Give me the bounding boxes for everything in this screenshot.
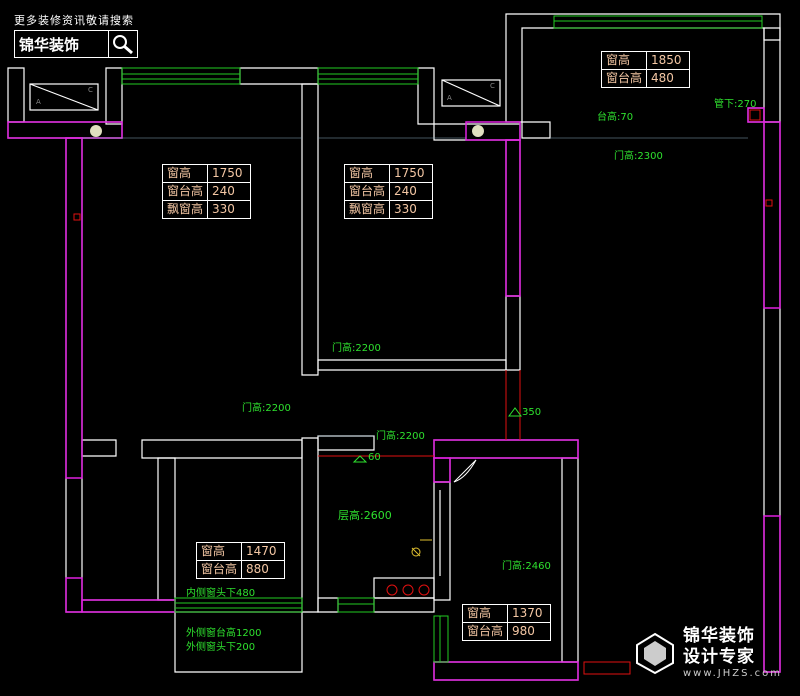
- banner-search-box[interactable]: 锦华装饰: [14, 30, 138, 58]
- table-value: 330: [389, 200, 434, 219]
- label-door-height-mid: 门高:2200: [332, 343, 381, 354]
- window-table-bedroom-left: 窗高 1750 窗台高 240 飘窗高 330: [161, 164, 252, 219]
- table-row: 窗高 1370: [461, 604, 552, 623]
- watermark: 锦华装饰 设计专家 www.JHZS.com: [633, 626, 782, 680]
- window-table-kitchen: 窗高 1370 窗台高 980: [461, 604, 552, 641]
- banner-tagline: 更多装修资讯敬请搜索: [14, 14, 134, 27]
- label-level-60: 60: [368, 452, 381, 463]
- svg-text:C: C: [490, 82, 495, 90]
- stove-icon: [386, 584, 430, 596]
- table-key: 窗高: [161, 164, 209, 183]
- table-key: 窗台高: [161, 182, 209, 201]
- table-value: 880: [241, 560, 286, 579]
- table-value: 1850: [646, 51, 691, 70]
- table-row: 窗台高 480: [600, 69, 691, 88]
- label-door-height-left: 门高:2200: [242, 403, 291, 414]
- svg-text:C: C: [88, 86, 93, 94]
- label-floor-height: 层高:2600: [338, 509, 392, 522]
- window-table-study: 窗高 1470 窗台高 880: [195, 542, 286, 579]
- table-value: 240: [207, 182, 252, 201]
- table-key: 窗台高: [600, 69, 648, 88]
- table-row: 窗台高 240: [161, 182, 252, 201]
- table-row: 飘窗高 330: [343, 200, 434, 219]
- watermark-url: www.JHZS.com: [683, 668, 782, 679]
- table-key: 窗台高: [195, 560, 243, 579]
- table-value: 240: [389, 182, 434, 201]
- label-outer-sill: 外侧窗台高1200: [186, 628, 262, 639]
- table-row: 窗台高 240: [343, 182, 434, 201]
- table-value: 1370: [507, 604, 552, 623]
- watermark-sub: 设计专家: [683, 647, 755, 667]
- table-row: 窗高 1470: [195, 542, 286, 561]
- table-row: 窗高 1750: [343, 164, 434, 183]
- table-key: 飘窗高: [161, 200, 209, 219]
- label-door-height-corridor: 门高:2200: [376, 431, 425, 442]
- table-key: 窗高: [195, 542, 243, 561]
- floor-plan: A C A C: [7, 13, 781, 681]
- walls: [7, 13, 781, 681]
- site-banner: 更多装修资讯敬请搜索 锦华装饰: [14, 14, 138, 58]
- door-swing: [453, 459, 477, 483]
- table-row: 飘窗高 330: [161, 200, 252, 219]
- label-level-350: 350: [522, 407, 542, 418]
- table-key: 窗高: [600, 51, 648, 70]
- label-outer-head: 外侧窗头下200: [186, 642, 256, 653]
- table-key: 窗台高: [343, 182, 391, 201]
- svg-text:A: A: [447, 94, 452, 102]
- table-key: 窗台高: [461, 622, 509, 641]
- table-key: 窗高: [461, 604, 509, 623]
- window-table-balcony: 窗高 1850 窗台高 480: [600, 51, 691, 88]
- table-row: 窗高 1850: [600, 51, 691, 70]
- corner-letters: A C A C: [36, 82, 495, 106]
- watermark-brand: 锦华装饰: [683, 626, 755, 646]
- svg-text:A: A: [36, 98, 41, 106]
- search-icon[interactable]: [108, 31, 137, 57]
- logo-icon: [636, 632, 674, 675]
- window-table-bedroom-middle: 窗高 1750 窗台高 240 飘窗高 330: [343, 164, 434, 219]
- meter-icons: [90, 125, 484, 137]
- table-key: 窗高: [343, 164, 391, 183]
- table-value: 980: [507, 622, 552, 641]
- table-row: 窗台高 880: [195, 560, 286, 579]
- table-value: 1750: [389, 164, 434, 183]
- label-inner-window-head: 内侧窗头下480: [186, 588, 256, 599]
- label-door-height-living: 门高:2300: [614, 151, 663, 162]
- label-pipe-below: 管下:270: [714, 99, 757, 110]
- table-value: 1470: [241, 542, 286, 561]
- fixture-icon: [411, 539, 432, 557]
- table-value: 1750: [207, 164, 252, 183]
- table-key: 飘窗高: [343, 200, 391, 219]
- label-door-height-kitchen: 门高:2460: [502, 561, 551, 572]
- label-sill-height: 台高:70: [597, 112, 634, 123]
- table-value: 480: [646, 69, 691, 88]
- table-value: 330: [207, 200, 252, 219]
- table-row: 窗台高 980: [461, 622, 552, 641]
- table-row: 窗高 1750: [161, 164, 252, 183]
- banner-brand: 锦华装饰: [19, 35, 80, 54]
